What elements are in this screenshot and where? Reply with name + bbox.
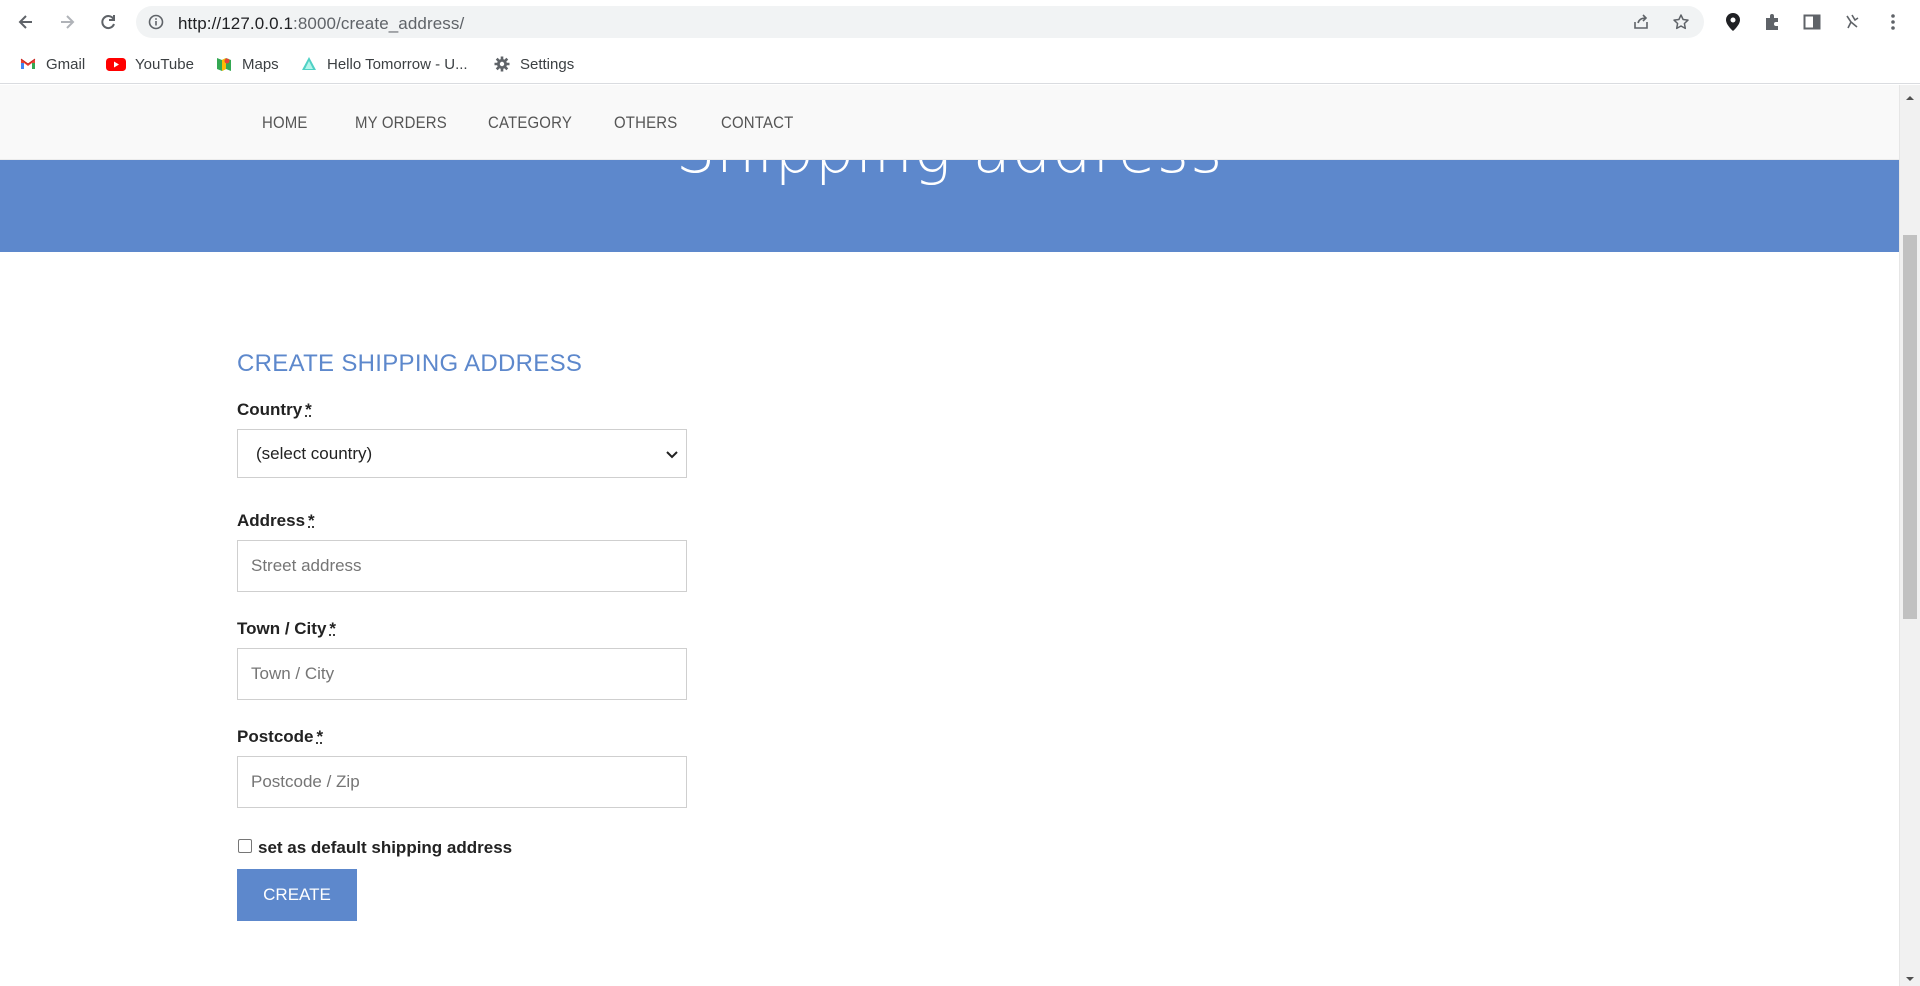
required-marker: * [316,727,324,746]
form-title: CREATE SHIPPING ADDRESS [237,350,583,377]
browser-toolbar: http://127.0.0.1:8000/create_address/ [0,0,1920,44]
nav-item-home[interactable]: HOME [262,113,308,133]
address-bar[interactable]: http://127.0.0.1:8000/create_address/ [136,6,1704,38]
profile-avatar-icon[interactable] [1841,11,1863,33]
bookmark-maps[interactable]: Maps [215,53,279,75]
url-text: http://127.0.0.1:8000/create_address/ [178,14,465,33]
postcode-input[interactable] [237,756,687,808]
chevron-down-icon [664,446,680,462]
gmail-icon [19,55,37,73]
postcode-label: Postcode * [237,727,324,746]
page-scrollbar[interactable] [1899,85,1920,986]
puzzle-extensions-icon[interactable] [1761,11,1783,33]
bookmark-settings[interactable]: Settings [493,53,574,75]
forward-icon[interactable] [53,8,81,36]
site-info-icon[interactable] [148,14,164,30]
default-address-checkbox[interactable] [238,839,252,853]
site-nav: HOME MY ORDERS CATEGORY OTHERS CONTACT [0,85,1899,160]
nav-item-others[interactable]: OTHERS [614,113,677,133]
share-icon[interactable] [1632,13,1650,31]
required-marker: * [308,511,315,530]
scroll-up-icon[interactable] [1905,90,1915,100]
city-label: Town / City * [237,619,337,638]
maps-icon [215,55,233,73]
reload-icon[interactable] [94,8,122,36]
country-select[interactable]: (select country) [237,429,687,478]
country-label: Country * [237,400,312,419]
hello-tomorrow-icon [300,55,318,73]
nav-item-my-orders[interactable]: MY ORDERS [355,113,447,133]
side-panel-icon[interactable] [1801,11,1823,33]
bookmark-hello-tomorrow[interactable]: Hello Tomorrow - U... [300,53,468,75]
menu-kebab-icon[interactable] [1882,11,1904,33]
address-label: Address * [237,511,315,530]
scroll-down-icon[interactable] [1905,971,1915,981]
required-marker: * [329,619,337,638]
nav-item-contact[interactable]: CONTACT [721,113,793,133]
street-address-input[interactable] [237,540,687,592]
scrollbar-thumb[interactable] [1903,235,1917,619]
youtube-icon [106,55,126,73]
city-input[interactable] [237,648,687,700]
required-marker: * [305,400,312,419]
create-button[interactable]: CREATE [237,869,357,921]
nav-item-category[interactable]: CATEGORY [488,113,572,133]
bookmark-youtube[interactable]: YouTube [106,53,194,75]
back-icon[interactable] [12,8,40,36]
bookmark-gmail[interactable]: Gmail [19,53,85,75]
gear-icon [493,55,511,73]
bookmarks-bar: Gmail YouTube Maps Hello Tomorrow - U...… [0,44,1920,84]
default-address-label[interactable]: set as default shipping address [258,838,512,858]
page-viewport: Shipping address HOME MY ORDERS CATEGORY… [0,85,1920,986]
bookmark-star-icon[interactable] [1672,13,1690,31]
location-pin-extension-icon[interactable] [1722,11,1744,33]
